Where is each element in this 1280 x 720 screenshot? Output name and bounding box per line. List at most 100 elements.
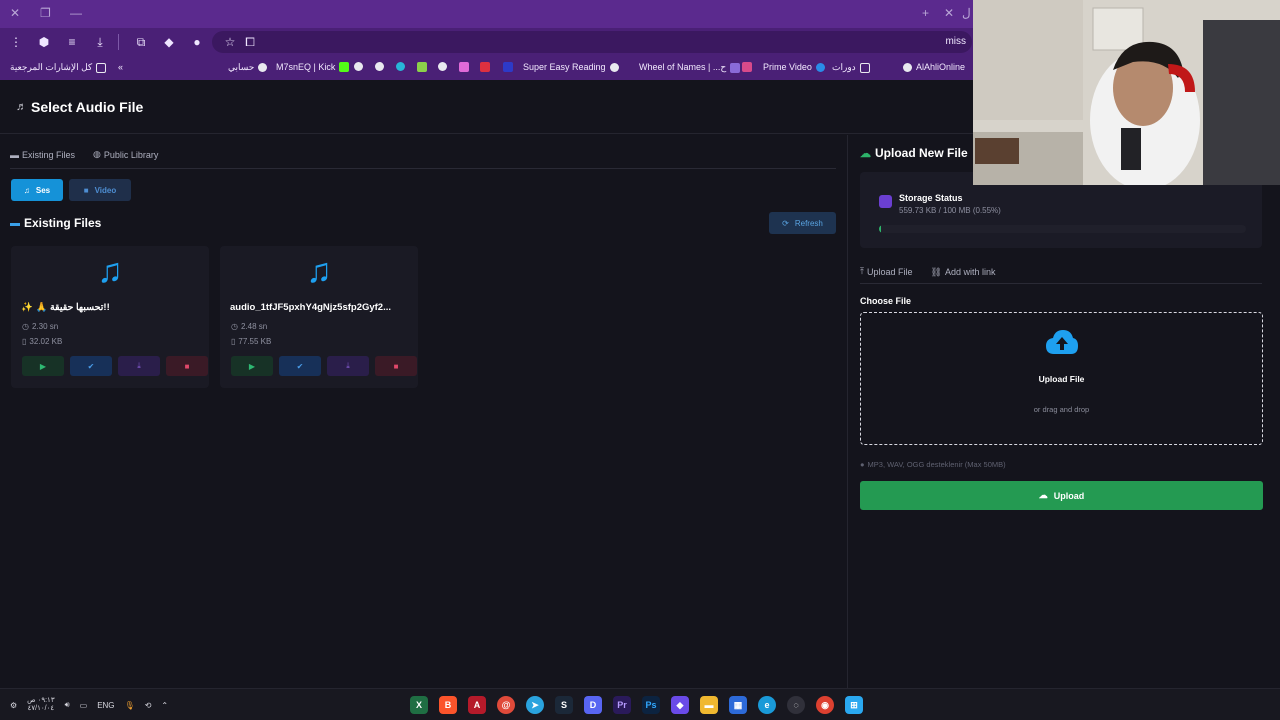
select-button[interactable]: ✔	[279, 356, 321, 376]
app-icon[interactable]: ◌	[787, 696, 805, 714]
file-actions: ▶ ✔ ⤓ ■	[22, 356, 208, 376]
microphone-icon[interactable]: 🎙︎	[125, 701, 135, 710]
file-card[interactable]: ♫ audio_1tfJF5pxhY4gNjz5sfp2Gyf2... ◷ 2.…	[220, 246, 418, 388]
refresh-icon: ⟳	[782, 218, 789, 228]
file-duration: ◷ 2.30 sn	[22, 322, 59, 331]
chevron-up-icon[interactable]: ⌃	[161, 701, 168, 710]
bookmark-item[interactable]: حسابي	[228, 62, 268, 73]
language-indicator[interactable]: ENG	[97, 701, 114, 710]
display-icon[interactable]: ▭	[80, 701, 88, 710]
file-duration: ◷ 2.48 sn	[231, 322, 268, 331]
minimize-window-icon[interactable]: —	[70, 6, 82, 20]
bookmark-all[interactable]: كل الإشارات المرجعية	[10, 62, 107, 73]
bookmark-item[interactable]: M7snEQ | Kick	[276, 62, 350, 72]
download-icon[interactable]: ⤓	[92, 34, 108, 50]
download-button[interactable]: ⤓	[118, 356, 160, 376]
refresh-button[interactable]: ⟳ Refresh	[769, 212, 836, 234]
store-icon[interactable]: ▦	[729, 696, 747, 714]
download-icon: ⤓	[346, 361, 350, 370]
tab-existing-files[interactable]: ▬ Existing Files	[10, 149, 75, 166]
trash-icon: ■	[393, 361, 399, 371]
storage-progress-bar	[879, 225, 1246, 233]
delete-button[interactable]: ■	[166, 356, 208, 376]
bookmark-item[interactable]: Prime Video	[763, 62, 825, 72]
download-icon: ⤓	[137, 361, 141, 370]
file-explorer-icon[interactable]: ▬	[700, 696, 718, 714]
angular-icon[interactable]	[480, 62, 490, 72]
upload-heading: ☁ Upload New File	[860, 146, 968, 160]
star-icon[interactable]: ☆	[222, 34, 238, 50]
app-icon[interactable]: ◆	[671, 696, 689, 714]
globe-icon: ◍	[93, 149, 101, 159]
sync-icon[interactable]: ⟲	[145, 701, 152, 710]
close-tab-icon[interactable]: ✕	[944, 6, 954, 20]
edge-icon[interactable]	[396, 62, 405, 71]
bookmark-item[interactable]: دورات	[832, 62, 870, 73]
restore-window-icon[interactable]: ❐	[40, 6, 51, 20]
storage-title: Storage Status	[899, 193, 963, 203]
file-size: ▯ 77.55 KB	[231, 337, 272, 346]
upload-button[interactable]: ☁ Upload	[860, 481, 1263, 510]
app-icon[interactable]: @	[497, 696, 515, 714]
dropzone-title: Upload File	[1038, 374, 1085, 384]
chevron-double-left-icon[interactable]: «	[118, 62, 123, 72]
delete-button[interactable]: ■	[375, 356, 417, 376]
clock-icon: ◷	[231, 322, 238, 331]
tab-add-with-link[interactable]: ⛓ Add with link	[931, 266, 996, 284]
extension-icon[interactable]: ●	[189, 34, 205, 50]
download-button[interactable]: ⤓	[327, 356, 369, 376]
telegram-icon[interactable]: ➤	[526, 696, 544, 714]
video-type-button[interactable]: ■ Video	[69, 179, 131, 201]
acrobat-icon[interactable]: A	[468, 696, 486, 714]
tab-public-library[interactable]: ◍ Public Library	[93, 149, 158, 166]
play-button[interactable]: ▶	[231, 356, 273, 376]
volume-icon[interactable]: 🔊︎	[65, 700, 70, 710]
select-button[interactable]: ✔	[70, 356, 112, 376]
edge-icon[interactable]: e	[758, 696, 776, 714]
tabs-divider	[10, 168, 836, 169]
menu-icon[interactable]: ⋮	[8, 34, 24, 50]
clock-icon: ◷	[22, 322, 29, 331]
extension-icon[interactable]: ⬢	[36, 34, 52, 50]
globe-icon[interactable]	[438, 62, 447, 71]
premiere-icon[interactable]: Pr	[613, 696, 631, 714]
chrome-icon[interactable]: ◉	[816, 696, 834, 714]
settings-icon[interactable]: ⚙	[10, 701, 17, 710]
play-button[interactable]: ▶	[22, 356, 64, 376]
address-bar[interactable]: ☆ ⧠ miss	[212, 31, 972, 53]
bookmark-item[interactable]: Wheel of Names | ...ح	[639, 62, 741, 73]
extension-icon[interactable]: ◆	[161, 34, 177, 50]
puzzle-icon[interactable]: ⧉	[133, 34, 149, 50]
close-window-icon[interactable]: ✕	[10, 6, 20, 20]
upload-mode-tabs: ⤒ Upload File ⛓ Add with link	[860, 266, 995, 284]
photoshop-icon[interactable]: Ps	[642, 696, 660, 714]
download-app-icon[interactable]	[417, 62, 427, 72]
brave-icon[interactable]: B	[439, 696, 457, 714]
file-name: audio_1tfJF5pxhY4gNjz5sfp2Gyf2...	[230, 302, 392, 313]
new-tab-icon[interactable]: +	[922, 6, 929, 20]
active-tab-title[interactable]: ل	[962, 6, 971, 20]
windows-start-icon[interactable]: ⊞	[845, 696, 863, 714]
bookmark-item[interactable]: AlAhliOnline	[903, 62, 965, 72]
clock[interactable]: ٠٩:١٣ ص ٤٧/١٠/٠٤	[27, 697, 54, 713]
tab-upload-file[interactable]: ⤒ Upload File	[860, 266, 913, 284]
excel-icon[interactable]: X	[410, 696, 428, 714]
discord-icon[interactable]: D	[584, 696, 602, 714]
file-dropzone[interactable]: Upload File or drag and drop	[860, 312, 1263, 445]
info-icon: ●	[860, 460, 865, 469]
file-card[interactable]: ♫ ✨ 🙏 تحسبها حقيقة!! ◷ 2.30 sn ▯ 32.02 K…	[11, 246, 209, 388]
globe-icon[interactable]	[354, 62, 363, 71]
playlist-icon[interactable]: ≡	[64, 34, 80, 50]
taskbar-apps: X B A @ ➤ S D Pr Ps ◆ ▬ ▦ e ◌ ◉ ⊞	[410, 696, 863, 714]
steam-icon[interactable]: S	[555, 696, 573, 714]
globe-icon	[903, 62, 912, 72]
screenshot-icon[interactable]: ⧠	[242, 34, 258, 50]
folder-icon: ▬	[10, 149, 19, 160]
app-icon[interactable]	[742, 62, 752, 72]
bookmark-item[interactable]: Super Easy Reading	[523, 62, 619, 72]
app-icon[interactable]	[459, 62, 469, 72]
wheel-icon	[730, 62, 741, 73]
globe-icon[interactable]	[375, 62, 384, 71]
audio-type-button[interactable]: ♫ Ses	[11, 179, 63, 201]
app-icon[interactable]	[503, 62, 513, 72]
